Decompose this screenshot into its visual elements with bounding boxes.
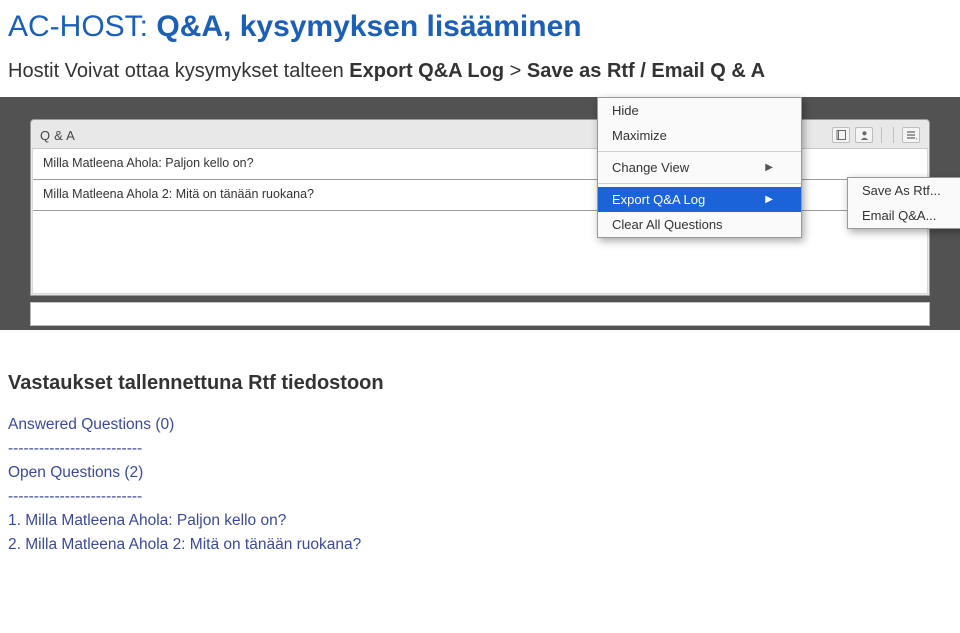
rtf-line: Open Questions (2) xyxy=(8,461,952,485)
subheading-bold-b: Save as Rtf / Email Q & A xyxy=(527,60,765,82)
menu-item-hide[interactable]: Hide xyxy=(598,98,801,123)
menu-item-label: Hide xyxy=(612,103,639,118)
rtf-line: Answered Questions (0) xyxy=(8,413,952,437)
menu-icon[interactable] xyxy=(902,127,920,143)
menu-item-export-qa-log[interactable]: Export Q&A Log ▶ xyxy=(598,187,801,212)
rtf-line: 2. Milla Matleena Ahola 2: Mitä on tänää… xyxy=(8,533,952,557)
screenshot-container: Q & A Milla Matleena Ahola: Paljon kello… xyxy=(0,97,960,330)
subheading-bold-a: Export Q&A Log xyxy=(349,60,504,82)
menu-item-label: Maximize xyxy=(612,128,667,143)
rtf-line: 1. Milla Matleena Ahola: Paljon kello on… xyxy=(8,509,952,533)
menu-item-label: Clear All Questions xyxy=(612,217,723,232)
menu-item-change-view[interactable]: Change View ▶ xyxy=(598,155,801,180)
subheading-text: Hostit Voivat ottaa kysymykset talteen xyxy=(8,60,349,82)
submenu-arrow-icon: ▶ xyxy=(765,194,773,205)
rtf-line: -------------------------- xyxy=(8,437,952,461)
titlebar-separator-2 xyxy=(893,127,894,143)
menu-item-label: Email Q&A... xyxy=(862,208,936,223)
menu-separator xyxy=(598,151,801,152)
titlebar-separator xyxy=(881,127,882,143)
submenu-arrow-icon: ▶ xyxy=(765,162,773,173)
menu-separator xyxy=(598,183,801,184)
export-submenu: Save As Rtf... Email Q&A... xyxy=(847,177,960,229)
titlebar-controls xyxy=(832,127,920,143)
rtf-line: -------------------------- xyxy=(8,485,952,509)
page-heading: AC-HOST: Q&A, kysymyksen lisääminen xyxy=(0,0,960,48)
menu-item-clear-all[interactable]: Clear All Questions xyxy=(598,212,801,237)
rtf-output: Answered Questions (0) -----------------… xyxy=(0,413,960,557)
person-icon[interactable] xyxy=(855,127,873,143)
submenu-item-save-rtf[interactable]: Save As Rtf... xyxy=(848,178,960,203)
qa-input-area[interactable] xyxy=(30,302,930,326)
submenu-item-email-qa[interactable]: Email Q&A... xyxy=(848,203,960,228)
rtf-caption: Vastaukset tallennettuna Rtf tiedostoon xyxy=(0,330,960,413)
menu-item-label: Save As Rtf... xyxy=(862,183,941,198)
heading-prefix: AC-HOST: xyxy=(8,10,156,43)
menu-item-label: Export Q&A Log xyxy=(612,192,705,207)
menu-item-label: Change View xyxy=(612,160,689,175)
page-subheading: Hostit Voivat ottaa kysymykset talteen E… xyxy=(0,48,960,97)
subheading-mid: > xyxy=(504,60,527,82)
heading-bold: Q&A, kysymyksen lisääminen xyxy=(156,10,581,43)
page-icon[interactable] xyxy=(832,127,850,143)
panel-options-menu: Hide Maximize Change View ▶ Export Q&A Lo… xyxy=(597,97,802,238)
menu-item-maximize[interactable]: Maximize xyxy=(598,123,801,148)
